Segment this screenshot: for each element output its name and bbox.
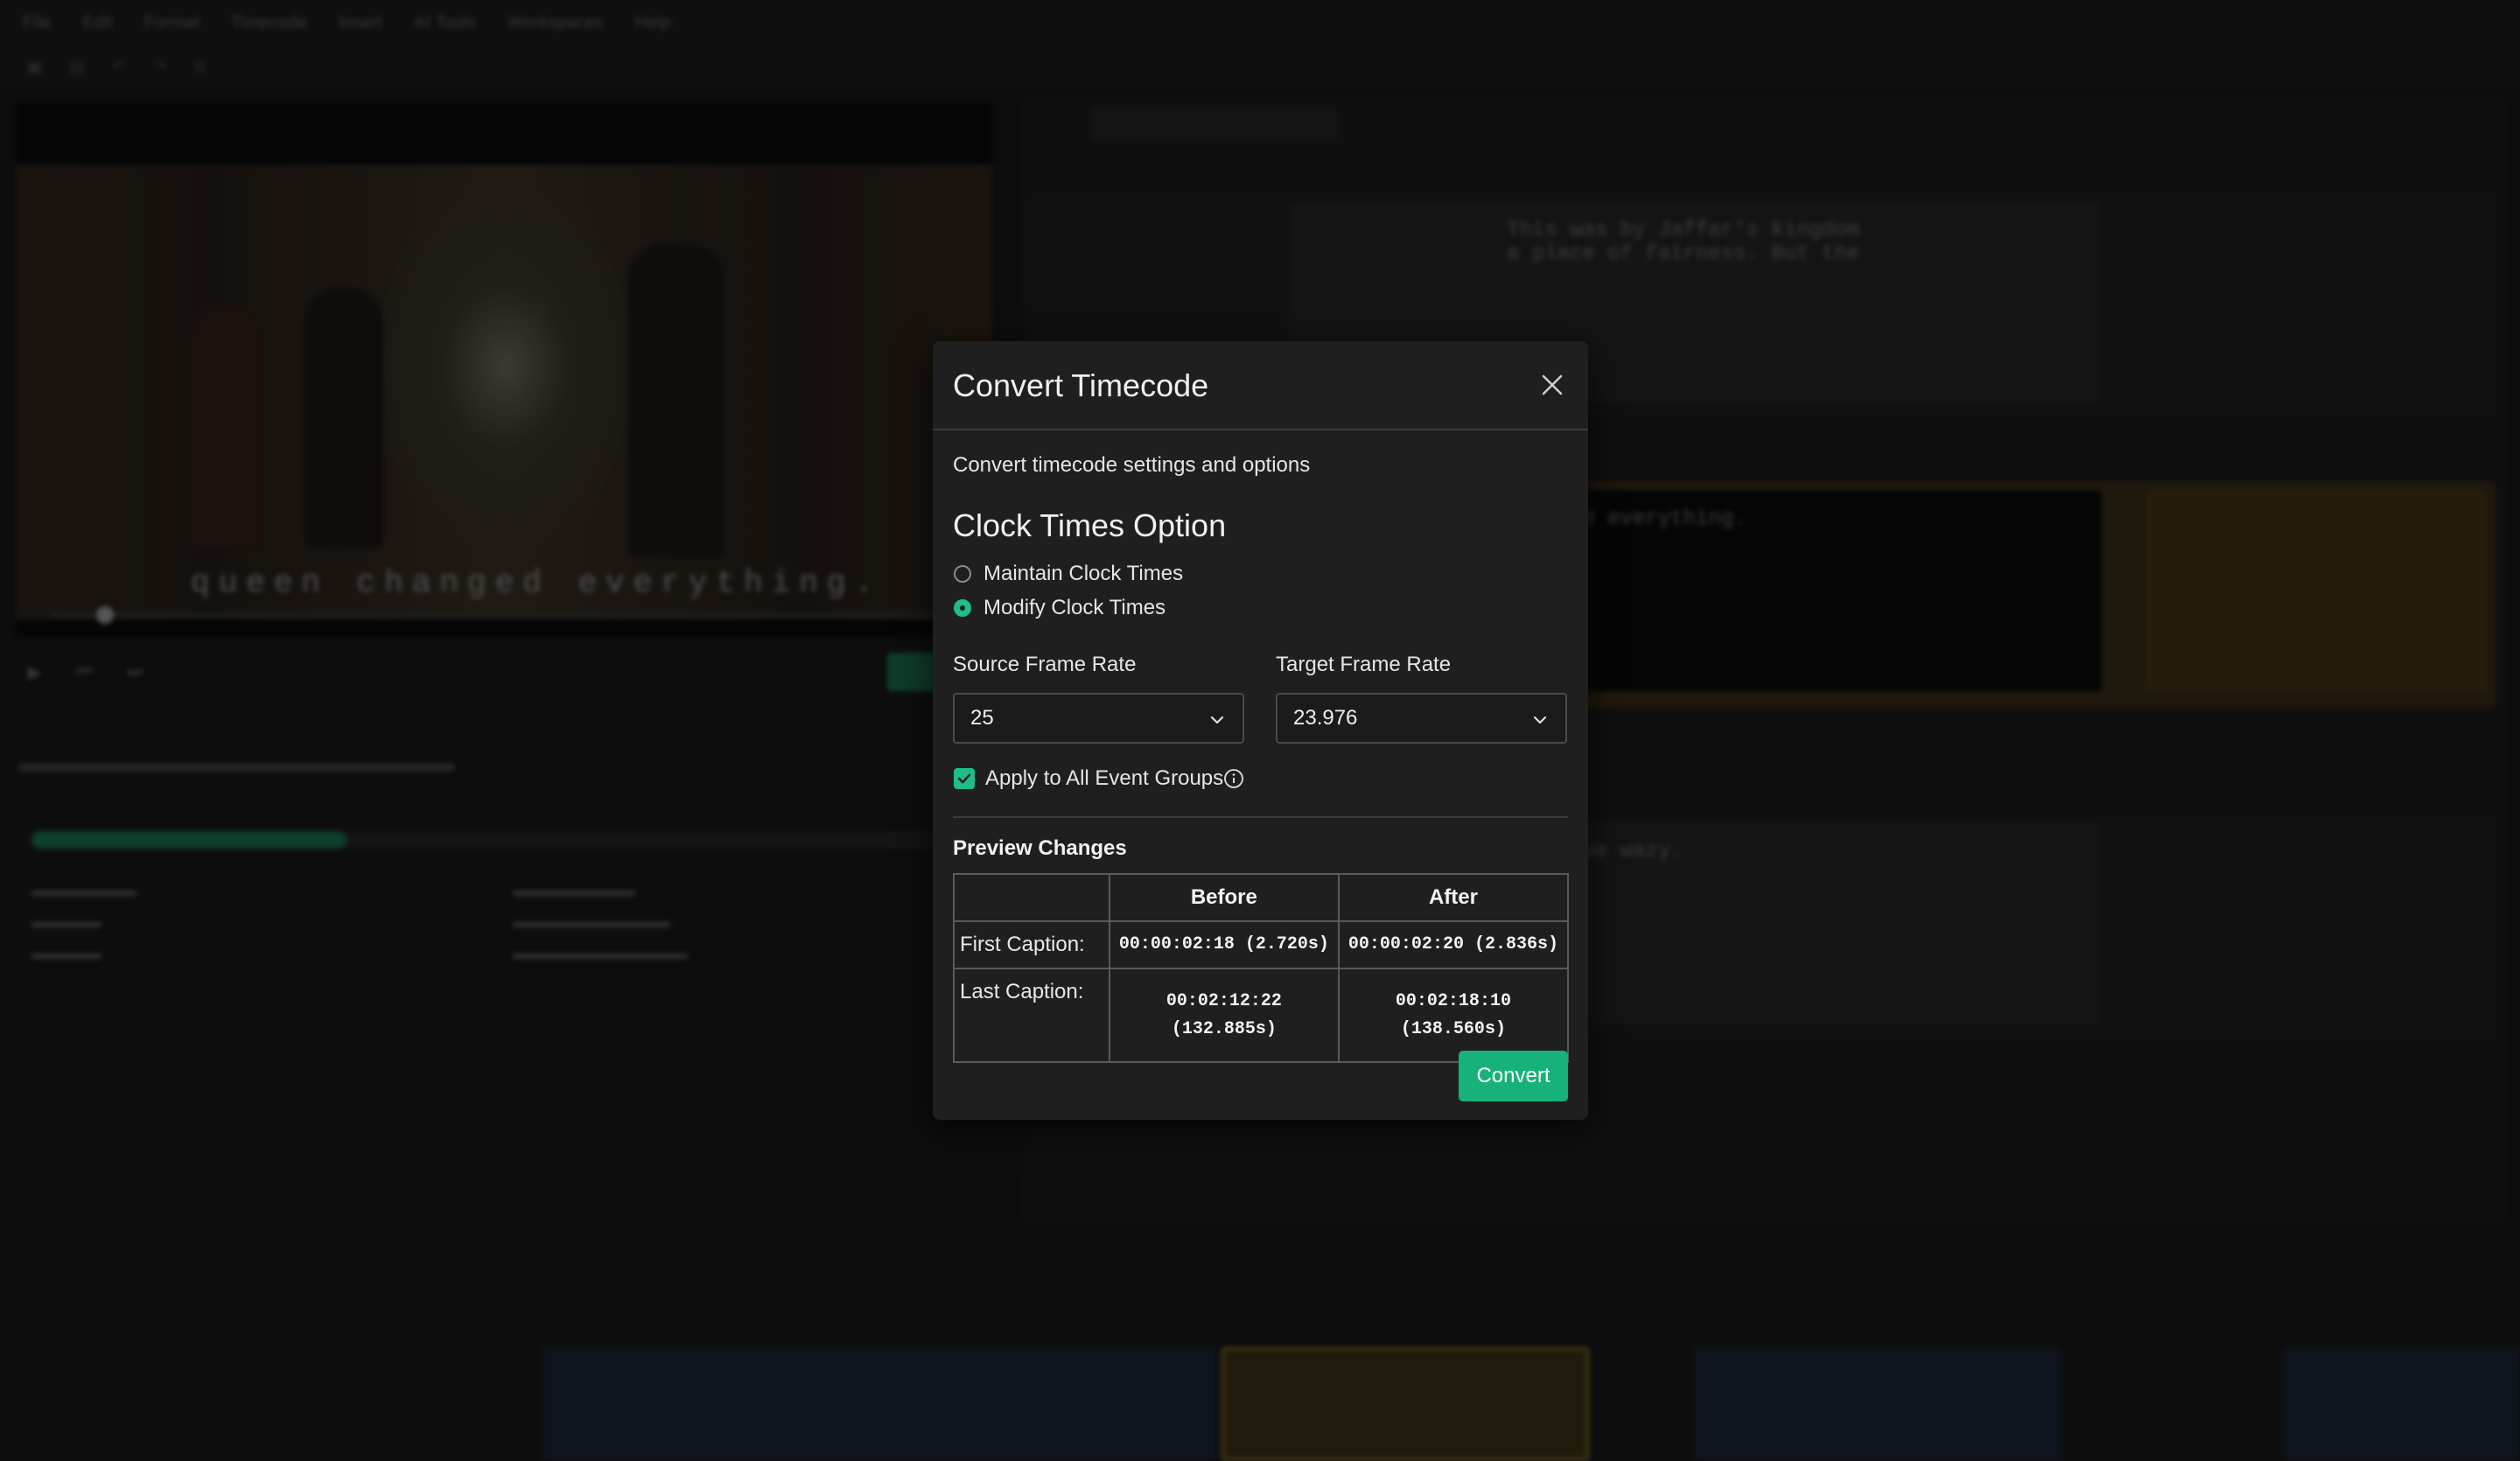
radio-maintain-clock-times[interactable] — [954, 565, 971, 583]
first-caption-label: First Caption: — [953, 920, 1110, 969]
table-header-empty — [953, 873, 1110, 922]
first-caption-before: 00:00:02:18 (2.720s) — [1108, 920, 1340, 969]
last-caption-before-seconds: (132.885s) — [1171, 1018, 1277, 1039]
chevron-down-icon — [1210, 716, 1224, 724]
modify-clock-times-label: Modify Clock Times — [984, 596, 1166, 619]
last-caption-label: Last Caption: — [953, 968, 1110, 1063]
radio-modify-clock-times[interactable] — [954, 599, 971, 617]
preview-table: Before After First Caption: 00:00:02:18 … — [953, 873, 1570, 1063]
clock-times-heading: Clock Times Option — [953, 507, 1227, 543]
apply-all-event-groups-option[interactable]: Apply to All Event Groups — [954, 766, 1244, 791]
preview-changes-heading: Preview Changes — [953, 836, 1127, 860]
target-frame-rate-value: 23.976 — [1293, 706, 1358, 730]
last-caption-before-time: 00:02:12:22 — [1166, 990, 1282, 1011]
maintain-clock-times-label: Maintain Clock Times — [984, 562, 1184, 585]
checkmark-icon — [957, 773, 971, 784]
source-frame-rate-value: 25 — [970, 706, 994, 730]
target-frame-rate-label: Target Frame Rate — [1276, 653, 1452, 676]
convert-button[interactable]: Convert — [1459, 1051, 1568, 1101]
apply-all-label: Apply to All Event Groups — [985, 766, 1224, 790]
source-frame-rate-label: Source Frame Rate — [953, 653, 1137, 676]
table-row-last-caption: Last Caption: 00:02:12:22 (132.885s) 00:… — [953, 968, 1570, 1063]
dialog-header: Convert Timecode — [933, 341, 1588, 430]
dialog-description: Convert timecode settings and options — [953, 453, 1311, 477]
info-icon[interactable] — [1223, 768, 1244, 789]
modify-clock-times-option[interactable]: Modify Clock Times — [954, 596, 1166, 620]
last-caption-after: 00:02:18:10 (138.560s) — [1337, 968, 1570, 1063]
dialog-title: Convert Timecode — [953, 367, 1209, 403]
source-frame-rate-select[interactable]: 25 — [953, 693, 1244, 744]
close-button[interactable] — [1533, 366, 1572, 404]
table-row-first-caption: First Caption: 00:00:02:18 (2.720s) 00:0… — [953, 920, 1570, 969]
target-frame-rate-select[interactable]: 23.976 — [1276, 693, 1567, 744]
table-header-after: After — [1337, 873, 1570, 922]
divider — [953, 816, 1568, 818]
maintain-clock-times-option[interactable]: Maintain Clock Times — [954, 562, 1183, 586]
last-caption-after-seconds: (138.560s) — [1400, 1018, 1506, 1039]
table-header-before: Before — [1108, 873, 1340, 922]
last-caption-after-time: 00:02:18:10 — [1395, 990, 1511, 1011]
convert-timecode-dialog: Convert Timecode Convert timecode settin… — [933, 341, 1588, 1120]
close-icon — [1542, 374, 1563, 395]
first-caption-after: 00:00:02:20 (2.836s) — [1337, 920, 1570, 969]
last-caption-before: 00:02:12:22 (132.885s) — [1108, 968, 1340, 1063]
preview-table-header: Before After — [953, 873, 1570, 922]
apply-all-checkbox[interactable] — [954, 768, 975, 789]
chevron-down-icon — [1533, 716, 1547, 724]
